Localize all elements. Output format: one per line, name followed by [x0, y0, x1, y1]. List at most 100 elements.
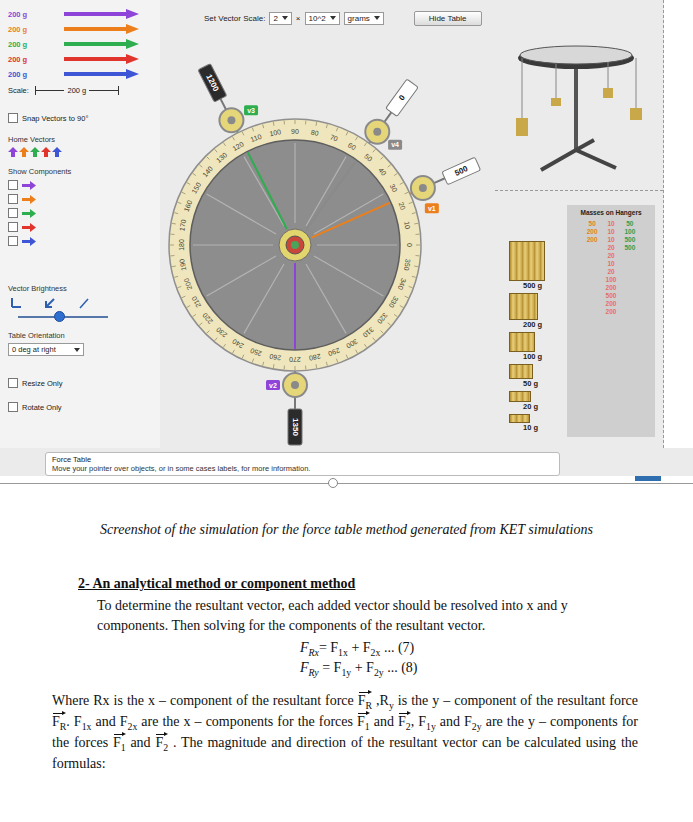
hanger-mass[interactable]: 1350 — [288, 409, 302, 445]
weight-icon[interactable] — [509, 364, 533, 379]
home-arrow-icon[interactable] — [19, 147, 29, 157]
vector-row[interactable]: 200 g — [8, 8, 154, 20]
weight-label: 50 g — [523, 379, 538, 388]
degree-ring — [169, 119, 421, 371]
component-row[interactable] — [8, 208, 154, 218]
home-arrow-icon[interactable] — [41, 147, 51, 157]
pulley[interactable]: 1200v3 — [198, 64, 258, 133]
hanger-mass[interactable]: 0 — [386, 79, 418, 116]
pulley-wheel-icon[interactable] — [283, 373, 307, 397]
component-row[interactable] — [8, 194, 154, 204]
weight-icon[interactable] — [509, 293, 538, 320]
document: Screenshot of the simulation for the for… — [0, 522, 693, 794]
orientation-dropdown[interactable]: 0 deg at right — [8, 343, 84, 356]
weight[interactable]: 100 g — [509, 332, 542, 361]
brightness-slider[interactable] — [18, 311, 108, 323]
hanger-column: 50100500500 — [624, 220, 635, 316]
mode-checkbox[interactable]: Resize Only — [8, 378, 154, 388]
vector-arrow-icon[interactable] — [64, 9, 139, 19]
weight-icon[interactable] — [509, 241, 545, 281]
weight[interactable]: 50 g — [509, 364, 538, 388]
weight-label: 100 g — [523, 352, 542, 361]
playback-marker — [635, 476, 661, 481]
vector-arrow-icon[interactable] — [64, 54, 139, 64]
weight-icon[interactable] — [509, 332, 535, 352]
mode-checkbox[interactable]: Rotate Only — [8, 402, 154, 412]
weight[interactable]: 10 g — [509, 414, 538, 432]
hanger-value: 10 — [607, 220, 614, 228]
degree-label: 320 — [376, 312, 389, 326]
checkbox[interactable] — [8, 222, 18, 232]
home-arrow-icon[interactable] — [8, 147, 18, 157]
degree-label: 340 — [397, 277, 408, 290]
home-arrow-icon[interactable] — [52, 147, 62, 157]
weight[interactable]: 20 g — [509, 391, 538, 411]
vector-row[interactable]: 200 g — [8, 53, 154, 65]
hangers-title: Masses on Hangers — [569, 209, 653, 216]
pulley-wheel-icon[interactable] — [219, 108, 243, 132]
hanger-column: 50200200 — [587, 220, 598, 316]
slider-knob[interactable] — [54, 311, 65, 322]
scale-setting-label: Set Vector Scale: — [204, 14, 265, 23]
vector-row[interactable]: 200 g — [8, 23, 154, 35]
pulley[interactable]: 1350 v2 — [266, 373, 307, 445]
weight-icon[interactable] — [509, 414, 530, 423]
hanger-value: 500 — [624, 244, 635, 252]
checkbox[interactable] — [8, 208, 18, 218]
weight-icon[interactable] — [509, 391, 531, 402]
degree-label: 10 — [403, 221, 411, 230]
checkbox[interactable] — [8, 194, 18, 204]
checkbox[interactable] — [8, 180, 18, 190]
weight-label: 10 g — [523, 423, 538, 432]
degree-label: 310 — [361, 326, 375, 339]
vector-label: 200 g — [8, 40, 44, 49]
snap-checkbox[interactable]: Snap Vectors to 90° — [8, 113, 154, 123]
home-arrow-icon[interactable] — [30, 147, 40, 157]
pulley[interactable]: 500 v1 — [411, 157, 481, 213]
vector-row[interactable]: 200 g — [8, 38, 154, 50]
hanger-value: 50 — [589, 220, 596, 228]
equation: FRy = F1y + F2y ... (8) — [300, 658, 693, 678]
section-heading: 2- An analytical method or component met… — [78, 576, 693, 592]
checkbox[interactable] — [8, 236, 18, 246]
hanger-value: 50 — [626, 220, 633, 228]
svg-text:v1: v1 — [428, 205, 436, 212]
vector-arrow-icon[interactable] — [64, 69, 139, 79]
center-ring[interactable] — [279, 229, 311, 261]
playback-knob[interactable] — [328, 478, 338, 488]
hide-table-button[interactable]: Hide Table — [414, 11, 482, 26]
power-select[interactable]: 10^2 — [305, 12, 340, 25]
vector-label: 200 g — [8, 10, 44, 19]
degree-label: 260 — [269, 353, 282, 362]
checkbox[interactable] — [8, 402, 18, 412]
pulley-wheel-icon[interactable] — [411, 176, 435, 200]
checkbox[interactable] — [8, 378, 18, 388]
equation: FRx= F1x + F2x ... (7) — [300, 638, 693, 658]
svg-text:v2: v2 — [269, 382, 277, 389]
pulley-wheel-icon[interactable] — [365, 120, 389, 144]
component-row[interactable] — [8, 222, 154, 232]
caret-icon — [74, 348, 80, 352]
component-row[interactable] — [8, 236, 154, 246]
playback-bar[interactable] — [0, 476, 693, 490]
degree-label: 270 — [289, 356, 301, 363]
checkbox[interactable] — [8, 113, 18, 123]
masses-area: 500 g200 g 100 g 50 g 20 g 10 g Masses on Han… — [495, 191, 663, 437]
hanger-value: 200 — [606, 284, 617, 292]
scale-select[interactable]: 2 — [269, 12, 291, 25]
hanger-mass[interactable]: 1200 — [198, 64, 227, 102]
vector-row[interactable]: 200 g — [8, 68, 154, 80]
hanger-value: 200 — [587, 228, 598, 236]
weight[interactable]: 200 g — [509, 293, 542, 329]
pulley[interactable]: 0v4 — [365, 79, 418, 150]
unit-select[interactable]: grams — [344, 12, 384, 25]
vector-arrow-icon[interactable] — [64, 39, 139, 49]
component-row[interactable] — [8, 180, 154, 190]
weight[interactable]: 500 g — [509, 241, 545, 290]
hanger-mass[interactable]: 500 — [442, 157, 481, 184]
orientation-label: Table Orientation — [8, 331, 154, 340]
vector-label: 200 g — [8, 55, 44, 64]
hanger-value: 100 — [624, 228, 635, 236]
svg-text:500: 500 — [453, 164, 469, 178]
vector-arrow-icon[interactable] — [64, 24, 139, 34]
